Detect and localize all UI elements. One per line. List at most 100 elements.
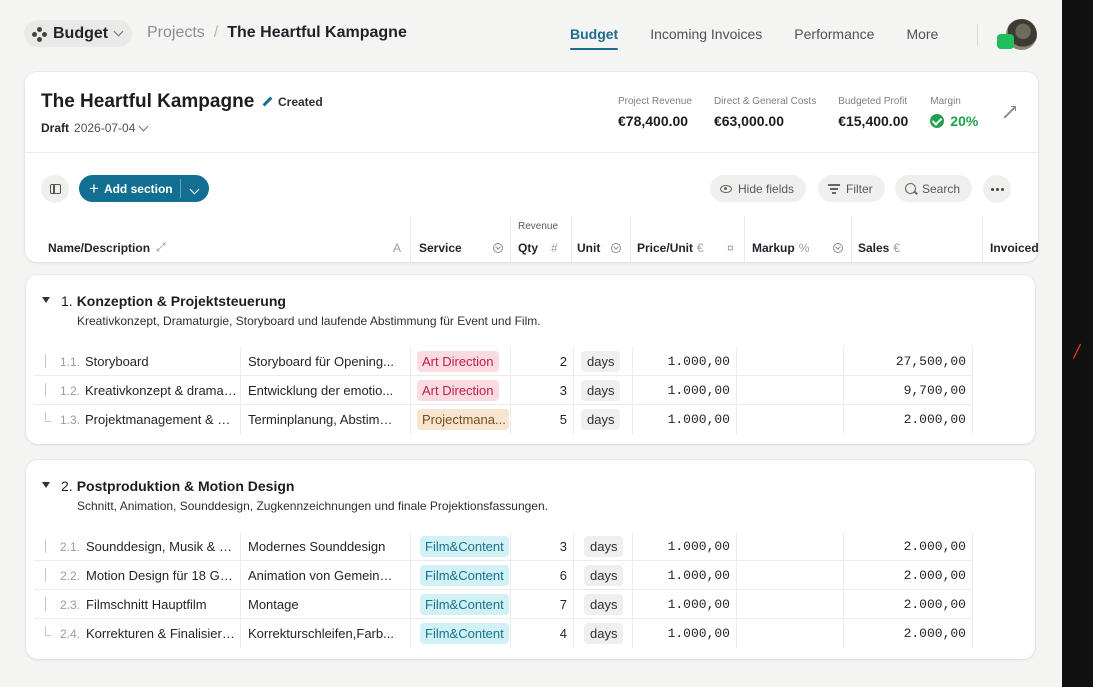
hide-fields-button[interactable]: Hide fields [710, 175, 807, 202]
row-unit[interactable]: days [584, 594, 624, 615]
tab-incoming-invoices[interactable]: Incoming Invoices [650, 26, 762, 50]
table-row[interactable]: 2.3. Filmschnitt Hauptfilm Montage Film&Con… [26, 590, 1035, 619]
row-sales[interactable]: 2.000,00 [904, 597, 966, 612]
collapse-triangle-icon[interactable] [42, 482, 50, 488]
column-menu-icon[interactable] [611, 243, 621, 253]
row-name[interactable]: Kreativkonzept & dramatu... [85, 383, 237, 398]
row-qty[interactable]: 3 [560, 539, 567, 554]
table-row[interactable]: 2.1. Sounddesign, Musik & Mi... Modernes S… [26, 532, 1035, 561]
status-label: Created [278, 95, 323, 109]
row-sales[interactable]: 2.000,00 [904, 568, 966, 583]
table-row[interactable]: 1.1. Storyboard Storyboard für Opening... A… [26, 347, 1035, 376]
search-button[interactable]: Search [895, 175, 973, 202]
row-price[interactable]: 1.000,00 [668, 626, 730, 641]
row-description[interactable]: Entwicklung der emotio... [248, 383, 398, 398]
row-qty[interactable]: 4 [560, 626, 567, 641]
table-row[interactable]: 2.2. Motion Design für 18 Gem... Animation… [26, 561, 1035, 590]
row-unit[interactable]: days [584, 565, 624, 586]
service-tag[interactable]: Art Direction [417, 351, 499, 372]
col-markup[interactable]: Markup% [752, 212, 809, 262]
row-unit[interactable]: days [581, 409, 621, 430]
add-section-menu-chevron-icon[interactable] [189, 184, 200, 195]
row-unit[interactable]: days [584, 536, 624, 557]
row-description[interactable]: Animation von Gemeinde... [248, 568, 398, 583]
toggle-sidebar-button[interactable] [41, 175, 69, 203]
row-unit[interactable]: days [584, 623, 624, 644]
row-qty[interactable]: 5 [560, 412, 567, 427]
col-service[interactable]: Service [419, 212, 462, 262]
row-price[interactable]: 1.000,00 [668, 568, 730, 583]
row-qty[interactable]: 6 [560, 568, 567, 583]
table-row[interactable]: 1.2. Kreativkonzept & dramatu... Entwicklu… [26, 376, 1035, 405]
row-name[interactable]: Filmschnitt Hauptfilm [86, 597, 238, 612]
column-menu-icon[interactable] [493, 243, 503, 253]
row-description[interactable]: Terminplanung, Abstimm... [248, 412, 398, 427]
row-name[interactable]: Projektmanagement & Ku... [85, 412, 237, 427]
row-price[interactable]: 1.000,00 [668, 597, 730, 612]
row-unit[interactable]: days [581, 351, 621, 372]
service-tag[interactable]: Film&Content [420, 536, 509, 557]
row-description[interactable]: Korrekturschleifen,Farb... [248, 626, 398, 641]
status-badge[interactable]: Created [263, 95, 323, 109]
row-sales[interactable]: 2.000,00 [904, 539, 966, 554]
col-name[interactable]: Name/Description ⤢ [48, 212, 166, 262]
row-sales[interactable]: 2.000,00 [904, 412, 966, 427]
app-switcher[interactable]: Budget [24, 20, 133, 47]
row-description[interactable]: Storyboard für Opening... [248, 354, 398, 369]
version-selector[interactable]: Draft 2026-07-04 [41, 121, 149, 135]
breadcrumb-projects[interactable]: Projects [147, 24, 205, 42]
row-qty[interactable]: 7 [560, 597, 567, 612]
app-window: Budget Projects / The Heartful Kampagne … [0, 0, 1062, 687]
breadcrumb-current: The Heartful Kampagne [227, 24, 407, 41]
top-bar: Budget Projects / The Heartful Kampagne … [0, 0, 1062, 66]
section-title[interactable]: 2. Postproduktion & Motion Design [61, 478, 294, 494]
expand-icon[interactable] [1003, 105, 1017, 119]
service-tag[interactable]: Film&Content [420, 565, 509, 586]
version-date: 2026-07-04 [74, 121, 136, 135]
service-tag[interactable]: Art Direction [417, 380, 499, 401]
col-unit[interactable]: Unit [577, 212, 600, 262]
row-number: 1.3. [60, 413, 81, 427]
eye-icon [720, 184, 732, 193]
row-name[interactable]: Korrekturen & Finalisieru... [86, 626, 238, 641]
tab-performance[interactable]: Performance [794, 26, 874, 50]
tab-budget[interactable]: Budget [570, 26, 619, 50]
service-tag[interactable]: Film&Content [420, 623, 509, 644]
row-price[interactable]: 1.000,00 [668, 539, 730, 554]
row-sales[interactable]: 2.000,00 [904, 626, 966, 641]
search-icon [905, 183, 916, 194]
row-price[interactable]: 1.000,00 [668, 383, 730, 398]
add-section-button[interactable]: + Add section [79, 175, 209, 202]
row-name[interactable]: Motion Design für 18 Gem... [86, 568, 238, 583]
col-invoiced[interactable]: Invoiced [990, 212, 1039, 262]
row-name[interactable]: Sounddesign, Musik & Mi... [86, 539, 238, 554]
chevron-down-icon [113, 26, 124, 37]
table-row[interactable]: 1.3. Projektmanagement & Ku... Terminplanu… [26, 405, 1035, 434]
section-title[interactable]: 1. Konzeption & Projektsteuerung [61, 293, 286, 309]
row-sales[interactable]: 27,500,00 [896, 354, 966, 369]
row-name[interactable]: Storyboard [85, 354, 237, 369]
table-row[interactable]: 2.4. Korrekturen & Finalisieru... Korrektu… [26, 619, 1035, 648]
tree-line [45, 597, 51, 611]
col-sales[interactable]: Sales € [858, 212, 900, 262]
col-qty[interactable]: Qty [518, 212, 538, 262]
row-sales[interactable]: 9,700,00 [904, 383, 966, 398]
breadcrumb: Projects / The Heartful Kampagne [147, 24, 407, 42]
service-tag[interactable]: Film&Content [420, 594, 509, 615]
row-description[interactable]: Montage [248, 597, 398, 612]
more-options-button[interactable] [983, 175, 1011, 203]
tab-more[interactable]: More [906, 26, 938, 50]
row-qty[interactable]: 3 [560, 383, 567, 398]
row-price[interactable]: 1.000,00 [668, 412, 730, 427]
row-qty[interactable]: 2 [560, 354, 567, 369]
row-unit[interactable]: days [581, 380, 621, 401]
filter-button[interactable]: Filter [818, 175, 885, 202]
row-price[interactable]: 1.000,00 [668, 354, 730, 369]
expand-column-icon[interactable]: ⤢ [156, 240, 166, 255]
column-menu-icon[interactable] [833, 243, 843, 253]
row-description[interactable]: Modernes Sounddesign [248, 539, 398, 554]
collapse-triangle-icon[interactable] [42, 297, 50, 303]
col-price-unit[interactable]: Price/Unit € [637, 212, 704, 262]
service-tag[interactable]: Projectmana... [417, 409, 509, 430]
row-number: 1.2. [60, 384, 81, 398]
